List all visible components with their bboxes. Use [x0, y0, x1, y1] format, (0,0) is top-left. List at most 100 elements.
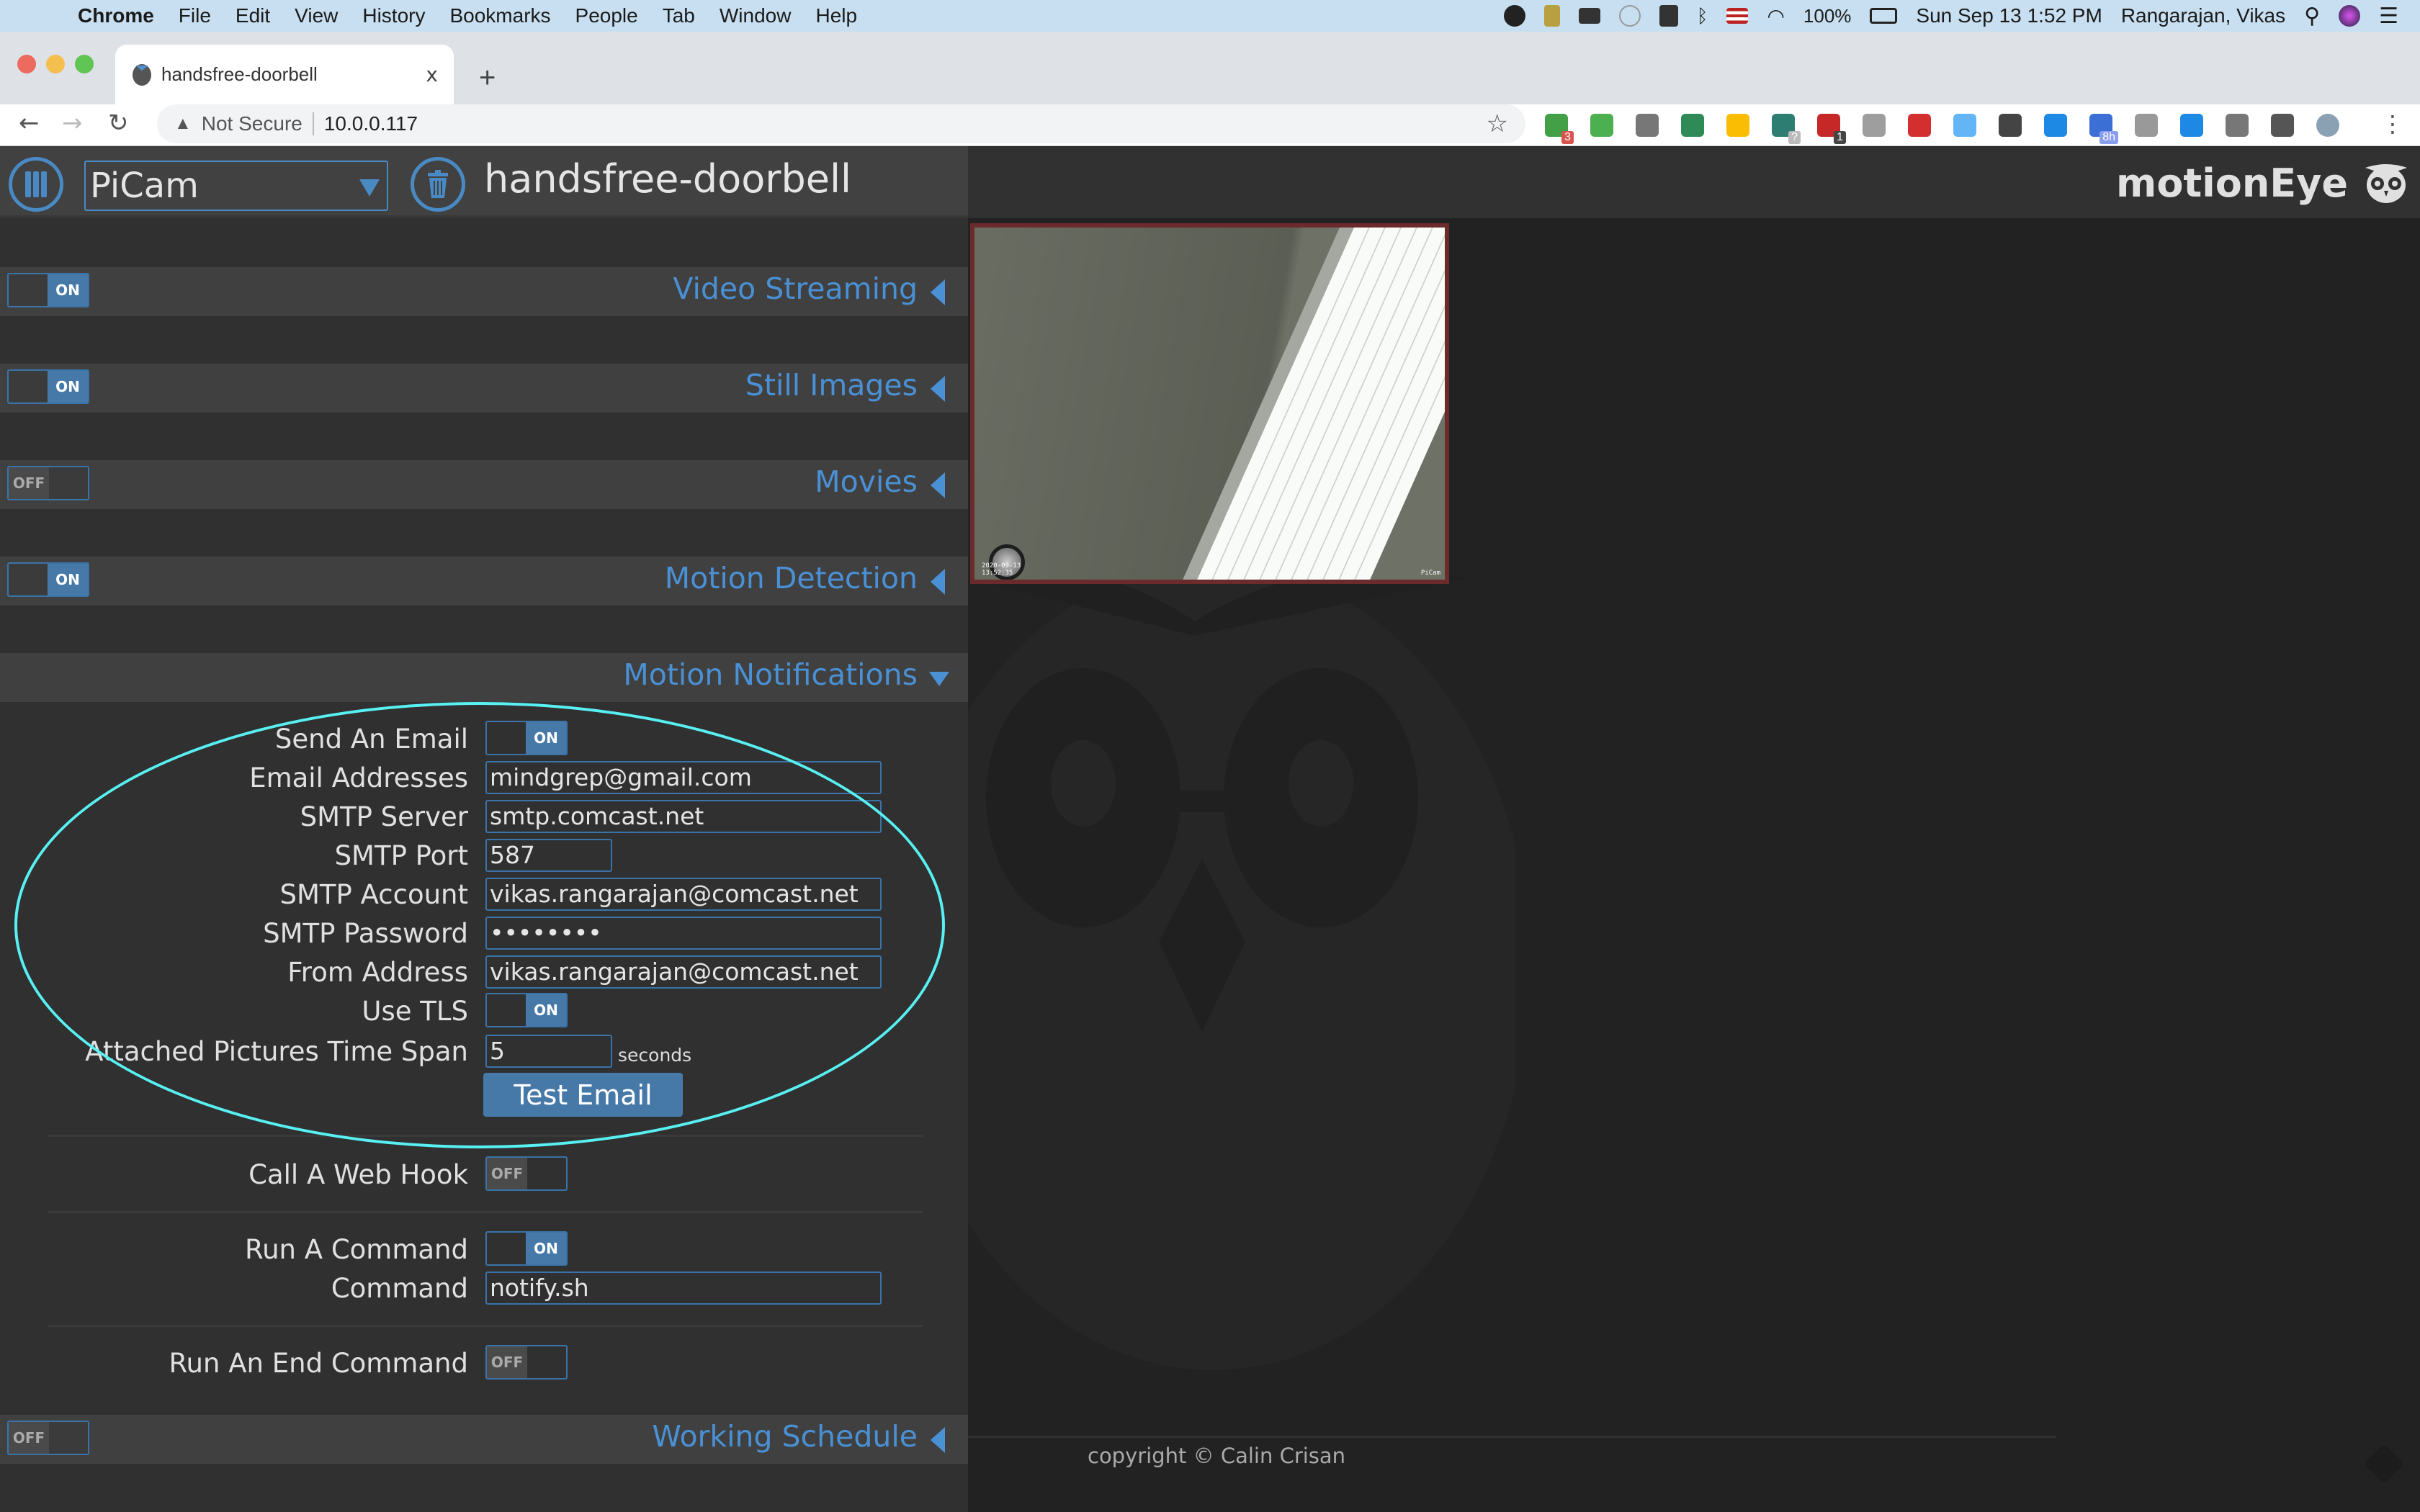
clock[interactable]: Sun Sep 13 1:52 PM [1916, 4, 2102, 27]
extension-badge: 8h [2099, 131, 2118, 144]
use-tls-toggle[interactable]: ON [485, 993, 568, 1027]
menu-view[interactable]: View [295, 4, 338, 27]
us-flag-input-icon[interactable] [1726, 8, 1749, 24]
browser-tab[interactable]: handsfree-doorbell x [115, 45, 454, 104]
toggle-on-label: ON [48, 564, 88, 595]
menu-help[interactable]: Help [815, 4, 857, 27]
section-still-images[interactable]: ON Still Images [0, 364, 968, 413]
smtp-port-input[interactable]: 587 [485, 839, 612, 872]
motion-detection-toggle[interactable]: ON [7, 562, 89, 597]
back-icon[interactable]: ← [19, 109, 40, 138]
web-hook-toggle[interactable]: OFF [485, 1156, 568, 1191]
smtp-account-input[interactable]: vikas.rangarajan@comcast.net [485, 878, 882, 911]
video-chat-ext-icon[interactable] [1863, 114, 1886, 137]
pushbullet-ext-icon[interactable]: 3 [1545, 114, 1574, 144]
chat-bubble-ext-icon[interactable] [2044, 114, 2067, 137]
end-command-toggle[interactable]: OFF [485, 1345, 568, 1380]
smtp-server-input[interactable]: smtp.comcast.net [485, 800, 882, 833]
section-title[interactable]: Still Images [745, 368, 918, 402]
security-label[interactable]: Not Secure [202, 112, 302, 135]
reload-icon[interactable]: ↻ [108, 109, 129, 138]
time-span-input[interactable]: 5 [485, 1035, 612, 1068]
section-video-streaming[interactable]: ON Video Streaming [0, 267, 968, 316]
warning-icon[interactable]: ▲ [174, 114, 192, 134]
wifi-icon[interactable]: ◠ [1767, 4, 1784, 28]
smtp-password-input[interactable]: •••••••• [485, 917, 882, 950]
notification-badge-icon[interactable] [1503, 5, 1525, 27]
minimize-window-button[interactable] [46, 55, 65, 73]
divider [48, 1325, 923, 1327]
working-schedule-toggle[interactable]: OFF [7, 1421, 89, 1455]
movies-toggle[interactable]: OFF [7, 466, 89, 500]
remove-camera-button[interactable] [411, 157, 465, 212]
settings-menu-button[interactable] [9, 157, 63, 212]
bluetooth-icon[interactable]: ᛒ [1697, 5, 1708, 27]
phone-ext-icon[interactable]: ? [1772, 114, 1801, 144]
close-window-button[interactable] [17, 55, 36, 73]
calendar-ext-icon[interactable]: 8h [2089, 114, 2118, 144]
forward-icon[interactable]: → [62, 109, 83, 138]
menu-bookmarks[interactable]: Bookmarks [449, 4, 550, 27]
gear-ext-icon[interactable] [2135, 114, 2158, 137]
field-label: SMTP Server [300, 801, 468, 832]
puzzle-ext-icon[interactable] [2271, 114, 2294, 137]
chrome-menu-icon[interactable]: ⋮ [2381, 110, 2404, 138]
evernote-ext-icon[interactable] [1590, 114, 1613, 137]
still-images-toggle[interactable]: ON [7, 369, 89, 404]
section-motion-notifications[interactable]: Motion Notifications [0, 653, 968, 702]
url-text[interactable]: 10.0.0.117 [324, 112, 418, 135]
lastpass-ext-icon[interactable]: 1 [1817, 114, 1846, 144]
run-command-toggle[interactable]: ON [485, 1231, 568, 1266]
sync-ext-icon[interactable] [1681, 114, 1704, 137]
pocket-ext-icon[interactable] [1636, 114, 1659, 137]
dark-mode-ext-icon[interactable] [1999, 114, 2022, 137]
profile-avatar-icon[interactable] [2316, 114, 2339, 137]
binoculars-icon[interactable] [1659, 5, 1678, 27]
section-title[interactable]: Working Schedule [652, 1419, 918, 1454]
send-email-toggle[interactable]: ON [485, 721, 568, 755]
bookmark-ext-icon[interactable] [2226, 114, 2249, 137]
tab-close-icon[interactable]: x [426, 63, 438, 86]
shield-icon[interactable] [1543, 5, 1560, 27]
new-tab-button[interactable]: + [479, 62, 496, 94]
from-address-input[interactable]: vikas.rangarajan@comcast.net [485, 955, 882, 989]
google-drive-ext-icon[interactable] [1726, 114, 1749, 137]
docker-icon[interactable] [1578, 8, 1600, 24]
email-addresses-input[interactable]: mindgrep@gmail.com [485, 761, 882, 794]
vimeo-ext-icon[interactable] [1953, 114, 1976, 137]
section-title[interactable]: Motion Detection [665, 561, 918, 595]
search-icon[interactable]: ⚲ [2304, 4, 2320, 29]
spotlight-app-icon[interactable] [1618, 5, 1641, 27]
section-movies[interactable]: OFF Movies [0, 460, 968, 509]
menu-app[interactable]: Chrome [78, 4, 154, 27]
section-motion-detection[interactable]: ON Motion Detection [0, 557, 968, 606]
owl-favicon-icon [133, 63, 151, 86]
command-input[interactable]: notify.sh [485, 1272, 882, 1305]
control-center-icon[interactable]: ☰ [2379, 4, 2398, 29]
battery-icon[interactable] [1870, 8, 1898, 24]
feedly-icon[interactable] [2363, 1443, 2405, 1485]
section-title[interactable]: Movies [815, 464, 918, 499]
bookmark-star-icon[interactable]: ☆ [1487, 109, 1508, 138]
section-working-schedule[interactable]: OFF Working Schedule [0, 1415, 968, 1464]
address-bar[interactable]: ▲ Not Secure 10.0.0.117 ☆ [157, 104, 1525, 143]
menu-window[interactable]: Window [720, 4, 792, 27]
menu-edit[interactable]: Edit [236, 4, 270, 27]
user-name[interactable]: Rangarajan, Vikas [2121, 4, 2285, 27]
camera-select[interactable]: PiCam [84, 161, 388, 211]
menu-people[interactable]: People [575, 4, 638, 27]
menu-tab[interactable]: Tab [663, 4, 695, 27]
field-label: Attached Pictures Time Span [85, 1036, 468, 1067]
adblock-ext-icon[interactable] [1908, 114, 1931, 137]
video-streaming-toggle[interactable]: ON [7, 273, 89, 307]
section-title[interactable]: Video Streaming [673, 271, 918, 306]
maximize-window-button[interactable] [75, 55, 94, 73]
menu-file[interactable]: File [179, 4, 211, 27]
camera-frame[interactable]: 2020-09-13 13:52:35 PiCam [970, 223, 1449, 584]
collapse-arrow-icon [931, 1427, 945, 1453]
test-email-button[interactable]: Test Email [483, 1073, 683, 1117]
section-title[interactable]: Motion Notifications [623, 657, 918, 692]
siri-icon[interactable] [2339, 5, 2361, 27]
clock-ext-icon[interactable] [2180, 114, 2203, 137]
menu-history[interactable]: History [362, 4, 425, 27]
